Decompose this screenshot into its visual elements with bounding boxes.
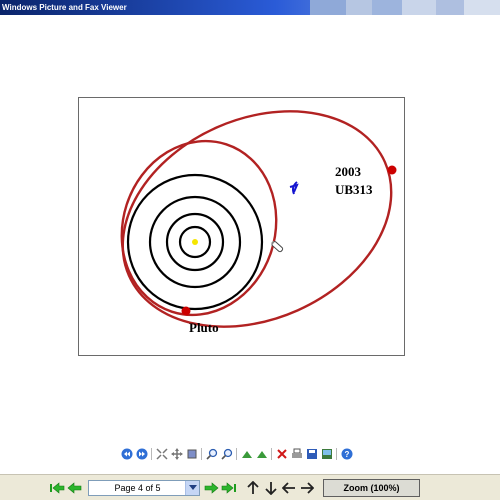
- previous-page-icon[interactable]: [67, 480, 83, 496]
- orbit-diagram: [120, 110, 397, 328]
- navigation-bar: Page 4 of 5 Zoom (100%): [0, 474, 500, 500]
- edit-icon[interactable]: [320, 448, 333, 461]
- ub313-position-marker: [387, 165, 397, 175]
- rotate-clockwise-icon[interactable]: [240, 448, 253, 461]
- slideshow-icon[interactable]: [185, 448, 198, 461]
- help-icon[interactable]: ?: [340, 448, 353, 461]
- rotate-down-arrow-icon[interactable]: [263, 480, 279, 496]
- next-page-icon[interactable]: [203, 480, 219, 496]
- page-selector-value: Page 4 of 5: [114, 483, 161, 493]
- object-name-ub313: UB313: [335, 182, 373, 197]
- zoom-in-icon[interactable]: [205, 448, 218, 461]
- title-bar-decoration: [310, 0, 500, 15]
- rotate-counterclockwise-icon[interactable]: [255, 448, 268, 461]
- displayed-image: 2003 UB313 Pluto: [78, 97, 405, 356]
- sun-icon: [192, 239, 198, 245]
- toolbar-divider: [201, 448, 202, 460]
- actual-size-icon[interactable]: [170, 448, 183, 461]
- best-fit-icon[interactable]: [155, 448, 168, 461]
- pan-left-arrow-icon[interactable]: [281, 480, 297, 496]
- first-page-icon[interactable]: [49, 480, 65, 496]
- pluto-position-marker: [181, 306, 191, 316]
- page-selector[interactable]: Page 4 of 5: [88, 480, 200, 496]
- save-icon[interactable]: [305, 448, 318, 461]
- object-name-pluto: Pluto: [189, 320, 219, 335]
- toolbar-divider: [271, 448, 272, 460]
- print-icon[interactable]: [290, 448, 303, 461]
- last-page-icon[interactable]: [221, 480, 237, 496]
- delete-icon[interactable]: [275, 448, 288, 461]
- ub313-orbit: [121, 110, 393, 328]
- rotate-up-arrow-icon[interactable]: [245, 480, 261, 496]
- next-image-icon[interactable]: [135, 448, 148, 461]
- toolbar-divider: [236, 448, 237, 460]
- previous-image-icon[interactable]: [120, 448, 133, 461]
- zoom-button[interactable]: Zoom (100%): [323, 479, 420, 497]
- chevron-down-icon[interactable]: [185, 481, 199, 495]
- title-bar: Windows Picture and Fax Viewer: [0, 0, 500, 15]
- zoom-out-icon[interactable]: [220, 448, 233, 461]
- svg-text:?: ?: [344, 450, 349, 459]
- toolbar-divider: [336, 448, 337, 460]
- toolbar-divider: [151, 448, 152, 460]
- window-title: Windows Picture and Fax Viewer: [2, 3, 127, 12]
- pan-right-arrow-icon[interactable]: [299, 480, 315, 496]
- image-toolbar: ?: [120, 447, 355, 461]
- object-name-2003: 2003: [335, 164, 361, 179]
